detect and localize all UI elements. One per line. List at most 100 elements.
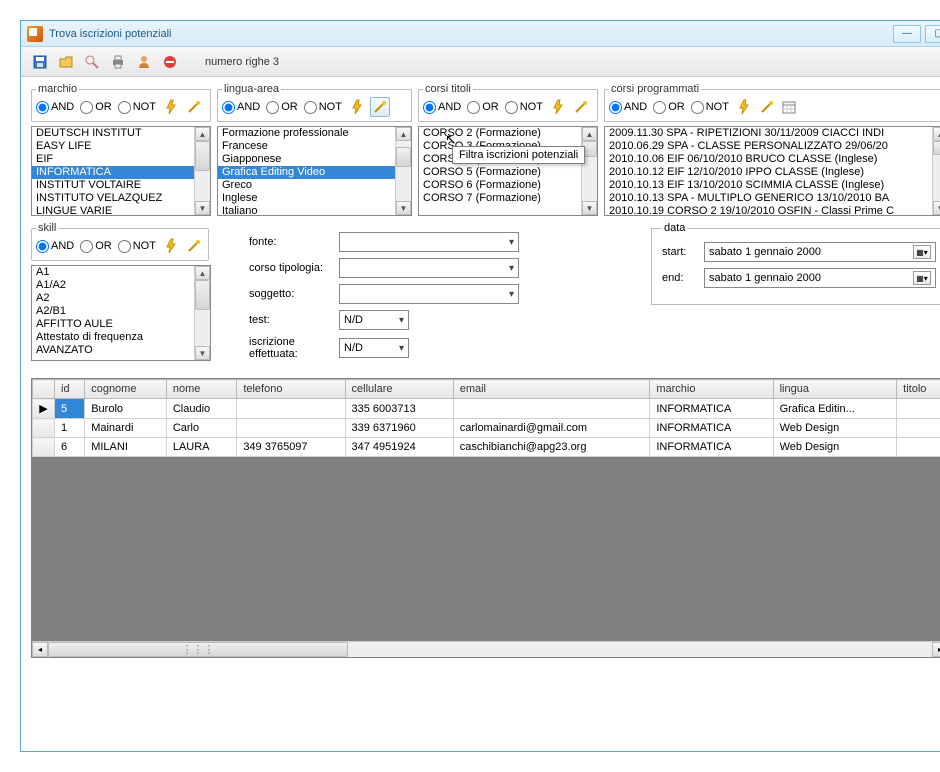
end-datepicker[interactable]: sabato 1 gennaio 2000▦▾: [704, 268, 936, 288]
list-item[interactable]: 2010.10.19 CORSO 2 19/10/2010 OSFIN - Cl…: [605, 205, 932, 215]
lightning-icon[interactable]: [162, 97, 182, 117]
save-icon[interactable]: [29, 51, 51, 73]
lingua-and[interactable]: AND: [222, 101, 260, 114]
list-item[interactable]: LINGUE VARIE: [32, 205, 194, 215]
list-item[interactable]: 2010.10.13 SPA - MULTIPLO GENERICO 13/10…: [605, 192, 932, 205]
scrollbar[interactable]: ▲▼: [395, 127, 411, 215]
corsi-titoli-or[interactable]: OR: [467, 101, 499, 114]
test-combo[interactable]: N/D: [339, 310, 409, 330]
column-header[interactable]: id: [55, 380, 85, 399]
table-row[interactable]: 1MainardiCarlo339 6371960carlomainardi@g…: [33, 419, 940, 438]
list-item[interactable]: 2010.06.29 SPA - CLASSE PERSONALIZZATO 2…: [605, 140, 932, 153]
marchio-listbox[interactable]: DEUTSCH INSTITUTEASY LIFEEIFINFORMATICAI…: [31, 126, 211, 216]
marchio-not[interactable]: NOT: [118, 101, 156, 114]
lightning-icon[interactable]: [348, 97, 368, 117]
list-item[interactable]: AVANZATO: [32, 344, 194, 357]
lingua-listbox[interactable]: Formazione professionaleFranceseGiappone…: [217, 126, 412, 216]
column-header[interactable]: cellulare: [345, 380, 453, 399]
print-icon[interactable]: [107, 51, 129, 73]
scrollbar[interactable]: ▲▼: [932, 127, 940, 215]
scrollbar[interactable]: ▲▼: [194, 127, 210, 215]
list-item[interactable]: INSTITUTO VELAZQUEZ: [32, 192, 194, 205]
corsi-titoli-not[interactable]: NOT: [505, 101, 543, 114]
list-item[interactable]: INFORMATICA: [32, 166, 194, 179]
maximize-button[interactable]: ▢: [925, 25, 940, 43]
scrollbar[interactable]: ▲▼: [194, 266, 210, 360]
skill-legend: skill: [36, 222, 58, 234]
delete-icon[interactable]: [159, 51, 181, 73]
lightning-icon[interactable]: [549, 97, 569, 117]
list-item[interactable]: Francese: [218, 140, 395, 153]
list-item[interactable]: CORSO 6 (Formazione): [419, 179, 581, 192]
list-item[interactable]: Attestato di frequenza: [32, 331, 194, 344]
list-item[interactable]: A1/A2: [32, 279, 194, 292]
list-item[interactable]: Grafica Editing Video: [218, 166, 395, 179]
calendar-grid-icon[interactable]: [779, 97, 799, 117]
list-item[interactable]: CORSO 7 (Formazione): [419, 192, 581, 205]
list-item[interactable]: Italiano: [218, 205, 395, 215]
column-header[interactable]: titolo: [897, 380, 940, 399]
list-item[interactable]: 2009.11.30 SPA - RIPETIZIONI 30/11/2009 …: [605, 127, 932, 140]
column-header[interactable]: email: [453, 380, 650, 399]
table-row[interactable]: 6MILANILAURA349 3765097347 4951924caschi…: [33, 438, 940, 457]
skill-or[interactable]: OR: [80, 240, 112, 253]
list-item[interactable]: A2: [32, 292, 194, 305]
skill-not[interactable]: NOT: [118, 240, 156, 253]
table-row[interactable]: ▶5BuroloClaudio335 6003713INFORMATICAGra…: [33, 399, 940, 419]
list-item[interactable]: A2/B1: [32, 305, 194, 318]
minimize-button[interactable]: —: [893, 25, 921, 43]
corsi-titoli-and[interactable]: AND: [423, 101, 461, 114]
corsi-prog-listbox[interactable]: 2009.11.30 SPA - RIPETIZIONI 30/11/2009 …: [604, 126, 940, 216]
wand-icon[interactable]: [757, 97, 777, 117]
filter-wand-icon[interactable]: [370, 97, 390, 117]
list-item[interactable]: Greco: [218, 179, 395, 192]
list-item[interactable]: AFFITTO AULE: [32, 318, 194, 331]
fonte-combo[interactable]: [339, 232, 519, 252]
iscrizione-combo[interactable]: N/D: [339, 338, 409, 358]
list-item[interactable]: 2010.10.06 EIF 06/10/2010 BRUCO CLASSE (…: [605, 153, 932, 166]
horizontal-scrollbar[interactable]: ◂ ⋮⋮⋮ ▸: [32, 641, 940, 657]
marchio-or[interactable]: OR: [80, 101, 112, 114]
open-icon[interactable]: [55, 51, 77, 73]
wand-icon[interactable]: [184, 236, 204, 256]
list-item[interactable]: 2010.10.12 EIF 12/10/2010 IPPO CLASSE (I…: [605, 166, 932, 179]
scrollbar[interactable]: ▲▼: [581, 127, 597, 215]
start-datepicker[interactable]: sabato 1 gennaio 2000▦▾: [704, 242, 936, 262]
wand-icon[interactable]: [571, 97, 591, 117]
list-item[interactable]: EIF: [32, 153, 194, 166]
list-item[interactable]: 2010.10.13 EIF 13/10/2010 SCIMMIA CLASSE…: [605, 179, 932, 192]
skill-and[interactable]: AND: [36, 240, 74, 253]
list-item[interactable]: CORSO 5 (Formazione): [419, 166, 581, 179]
list-item[interactable]: Giapponese: [218, 153, 395, 166]
column-header[interactable]: telefono: [237, 380, 345, 399]
column-header[interactable]: lingua: [773, 380, 897, 399]
lingua-or[interactable]: OR: [266, 101, 298, 114]
column-header[interactable]: marchio: [650, 380, 773, 399]
lightning-icon[interactable]: [162, 236, 182, 256]
column-header[interactable]: cognome: [85, 380, 167, 399]
lightning-icon[interactable]: [735, 97, 755, 117]
soggetto-combo[interactable]: [339, 284, 519, 304]
list-item[interactable]: INSTITUT VOLTAIRE: [32, 179, 194, 192]
corso-tipologia-combo[interactable]: [339, 258, 519, 278]
user-icon[interactable]: [133, 51, 155, 73]
list-item[interactable]: A1: [32, 266, 194, 279]
list-item[interactable]: Inglese: [218, 192, 395, 205]
list-item[interactable]: EASY LIFE: [32, 140, 194, 153]
corsi-titoli-listbox[interactable]: CORSO 2 (Formazione)CORSO 3 (Formazione)…: [418, 126, 598, 216]
column-header[interactable]: nome: [166, 380, 236, 399]
calendar-icon[interactable]: ▦▾: [913, 245, 931, 259]
results-grid[interactable]: idcognomenometelefonocellulareemailmarch…: [31, 378, 940, 658]
lingua-not[interactable]: NOT: [304, 101, 342, 114]
corsi-prog-and[interactable]: AND: [609, 101, 647, 114]
calendar-icon[interactable]: ▦▾: [913, 271, 931, 285]
corsi-prog-not[interactable]: NOT: [691, 101, 729, 114]
list-item[interactable]: DEUTSCH INSTITUT: [32, 127, 194, 140]
search-icon[interactable]: [81, 51, 103, 73]
list-item[interactable]: Formazione professionale: [218, 127, 395, 140]
marchio-and[interactable]: AND: [36, 101, 74, 114]
list-item[interactable]: CORSO 2 (Formazione): [419, 127, 581, 140]
skill-listbox[interactable]: A1A1/A2A2A2/B1AFFITTO AULEAttestato di f…: [31, 265, 211, 361]
corsi-prog-or[interactable]: OR: [653, 101, 685, 114]
wand-icon[interactable]: [184, 97, 204, 117]
